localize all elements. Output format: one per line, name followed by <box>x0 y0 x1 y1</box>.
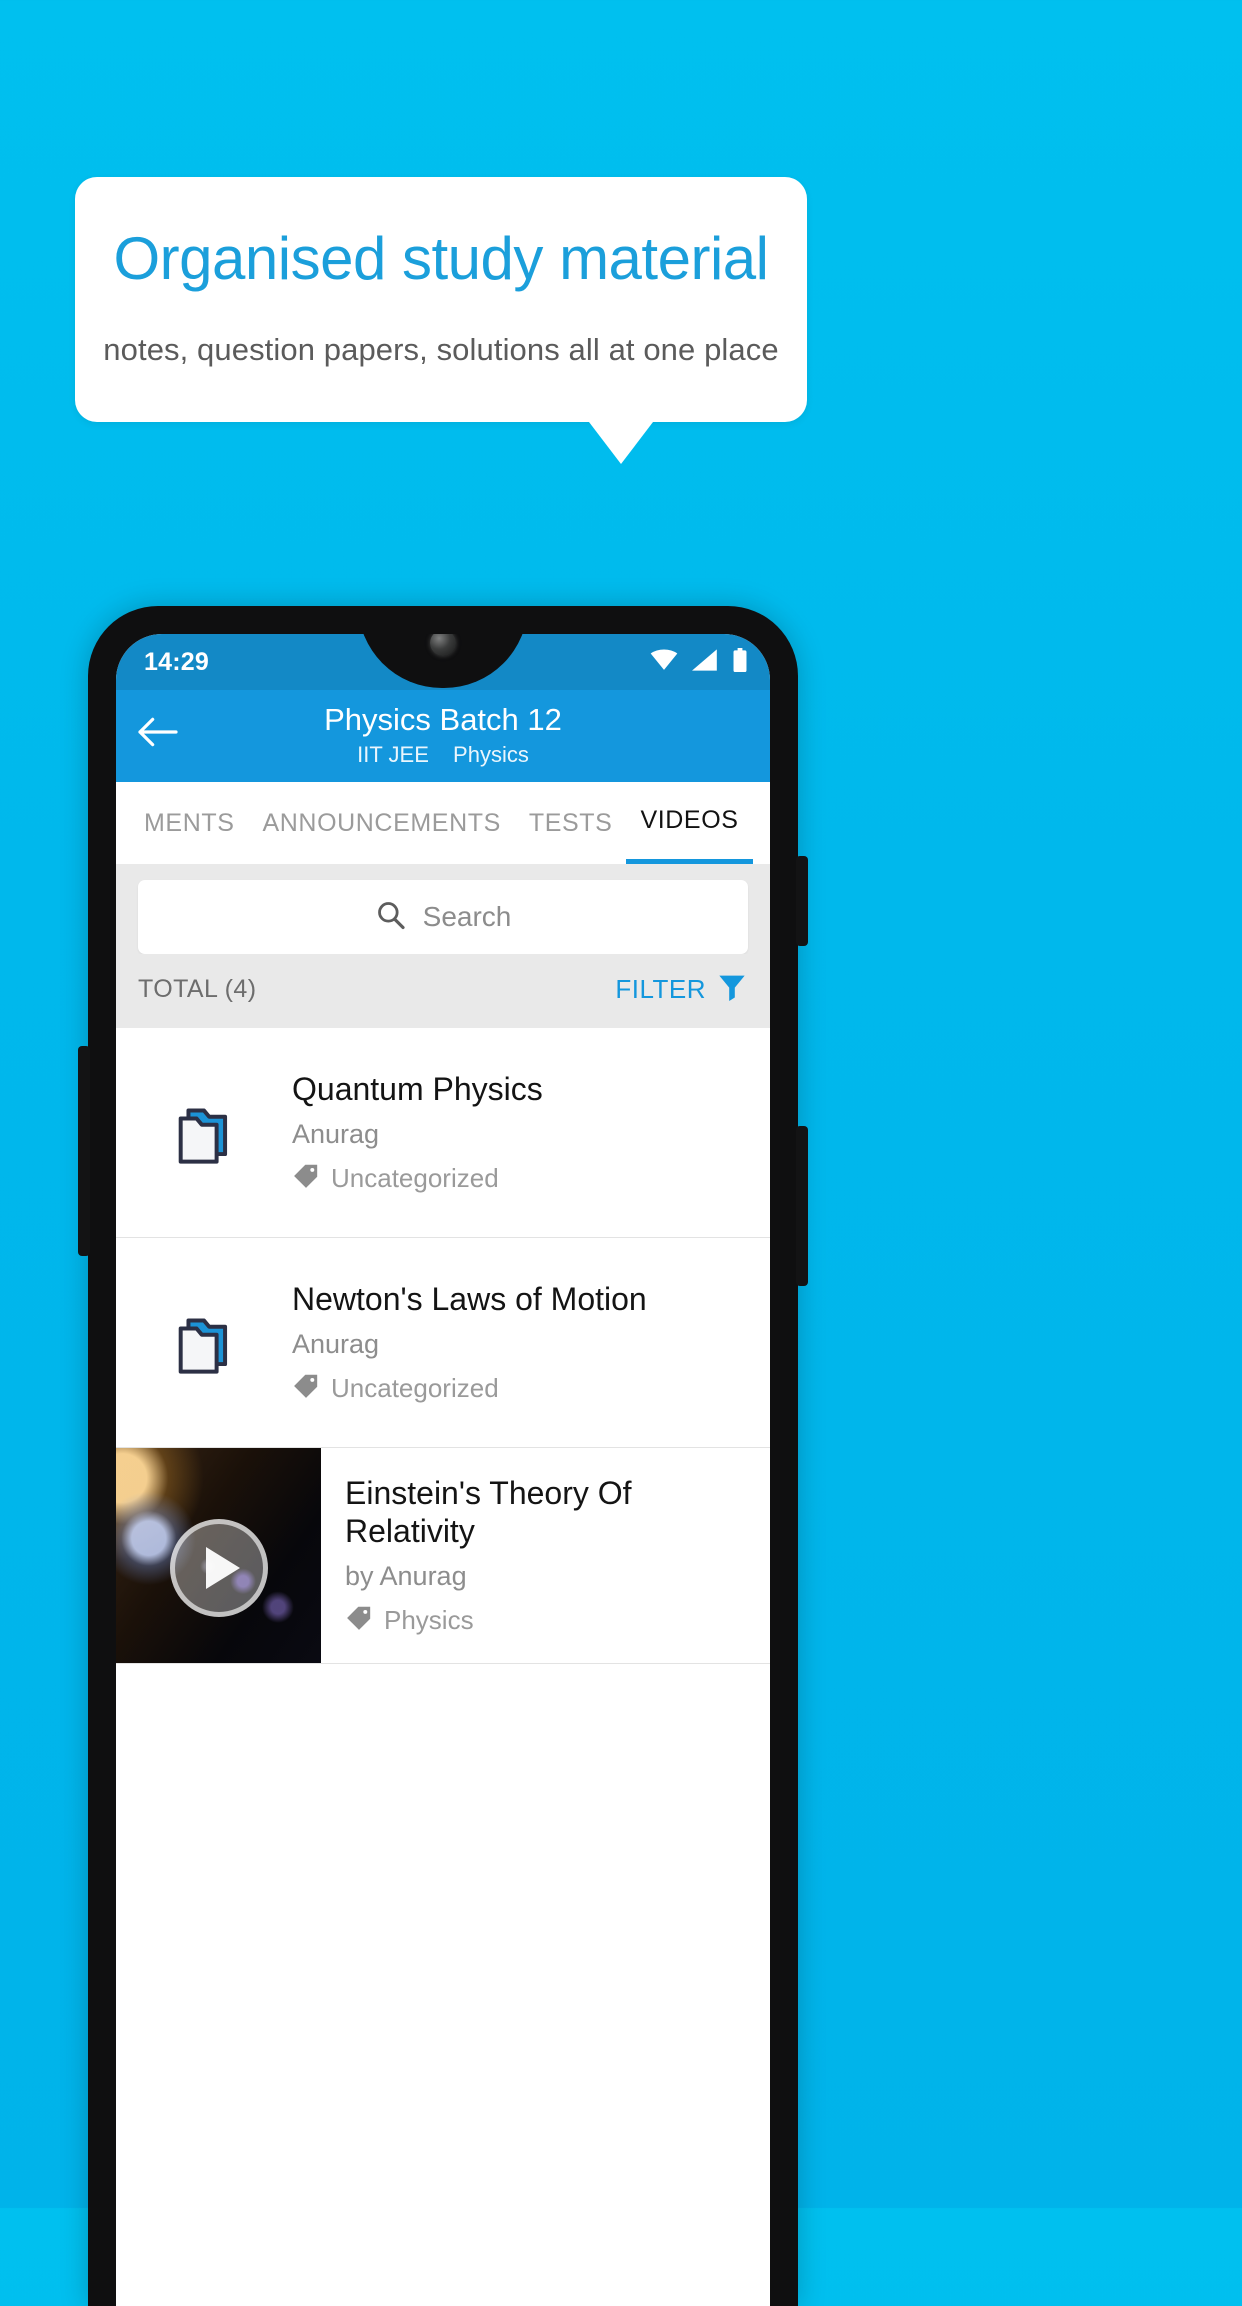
breadcrumb-subject: Physics <box>453 741 529 767</box>
list-item-title: Quantum Physics <box>292 1071 543 1108</box>
app-bar: Physics Batch 12 IIT JEE Physics <box>116 690 770 782</box>
phone-frame: 14:29 Physics Batch 12 IIT JEE Physics M… <box>78 606 808 2306</box>
phone-left-button[interactable] <box>78 1046 90 1256</box>
search-icon <box>375 899 407 936</box>
tab-announcements[interactable]: ANNOUNCEMENTS <box>249 782 515 864</box>
tab-assignments[interactable]: MENTS <box>130 782 249 864</box>
promo-bubble-tail <box>589 422 653 464</box>
status-time: 14:29 <box>144 647 209 676</box>
status-icon-group <box>650 647 748 677</box>
tab-bar: MENTS ANNOUNCEMENTS TESTS VIDEOS <box>116 782 770 864</box>
search-placeholder: Search <box>422 901 512 932</box>
battery-icon <box>732 647 748 677</box>
front-camera-icon <box>430 634 456 656</box>
video-thumbnail[interactable] <box>116 1448 321 1663</box>
promo-bubble: Organised study material notes, question… <box>75 177 807 422</box>
funnel-icon <box>716 971 748 1008</box>
phone-volume-button[interactable] <box>796 1126 808 1286</box>
list-item[interactable]: Quantum Physics Anurag Uncategorized <box>116 1028 770 1238</box>
phone-screen: 14:29 Physics Batch 12 IIT JEE Physics M… <box>116 634 770 2306</box>
folder-icon <box>116 1095 292 1171</box>
search-input[interactable]: Search <box>138 880 748 954</box>
list-item-title: Einstein's Theory Of Relativity <box>345 1475 632 1550</box>
list-item-tag-label: Physics <box>384 1604 474 1635</box>
tab-videos[interactable]: VIDEOS <box>626 782 753 864</box>
folder-icon <box>116 1305 292 1381</box>
list-item[interactable]: Newton's Laws of Motion Anurag Uncategor… <box>116 1238 770 1448</box>
tab-tests[interactable]: TESTS <box>515 782 627 864</box>
list-item-author: Anurag <box>292 1118 380 1149</box>
promo-subtitle: notes, question papers, solutions all at… <box>103 331 779 367</box>
back-button[interactable] <box>136 712 180 756</box>
breadcrumb-exam: IIT JEE <box>357 741 429 767</box>
list-item-body: Einstein's Theory Of Relativity by Anura… <box>321 1448 770 1663</box>
list-item-author: by Anurag <box>345 1560 467 1591</box>
play-triangle-icon <box>206 1547 240 1590</box>
tag-icon <box>292 1162 320 1195</box>
list-item[interactable]: Einstein's Theory Of Relativity by Anura… <box>116 1448 770 1664</box>
content-list: Quantum Physics Anurag Uncategorized New… <box>116 1028 770 1664</box>
page-title: Physics Batch 12 <box>324 702 562 737</box>
filter-button[interactable]: FILTER <box>615 971 748 1008</box>
status-bar: 14:29 <box>116 634 770 690</box>
list-item-body: Newton's Laws of Motion Anurag Uncategor… <box>292 1280 667 1404</box>
phone-power-button[interactable] <box>796 856 808 946</box>
list-item-tag: Uncategorized <box>292 1372 647 1405</box>
list-item-tag-label: Uncategorized <box>331 1162 499 1193</box>
arrow-left-icon <box>138 717 178 752</box>
filter-label: FILTER <box>615 973 706 1004</box>
wifi-icon <box>650 649 678 676</box>
app-bar-texts: Physics Batch 12 IIT JEE Physics <box>116 700 770 768</box>
breadcrumb: IIT JEE Physics <box>116 742 770 768</box>
phone-notch <box>358 634 528 688</box>
total-count-label: TOTAL (4) <box>138 974 257 1003</box>
play-icon[interactable] <box>169 1519 268 1618</box>
tag-icon <box>292 1372 320 1405</box>
tag-icon <box>345 1604 373 1637</box>
list-item-author: Anurag <box>292 1328 380 1359</box>
list-item-title: Newton's Laws of Motion <box>292 1281 647 1318</box>
list-item-tag: Uncategorized <box>292 1162 543 1195</box>
list-item-tag-label: Uncategorized <box>331 1372 499 1403</box>
search-zone: Search <box>116 864 770 954</box>
signal-icon <box>692 648 718 676</box>
list-item-tag: Physics <box>345 1604 756 1637</box>
list-toolbar: TOTAL (4) FILTER <box>116 954 770 1028</box>
list-item-body: Quantum Physics Anurag Uncategorized <box>292 1070 563 1194</box>
promo-title: Organised study material <box>113 224 769 292</box>
